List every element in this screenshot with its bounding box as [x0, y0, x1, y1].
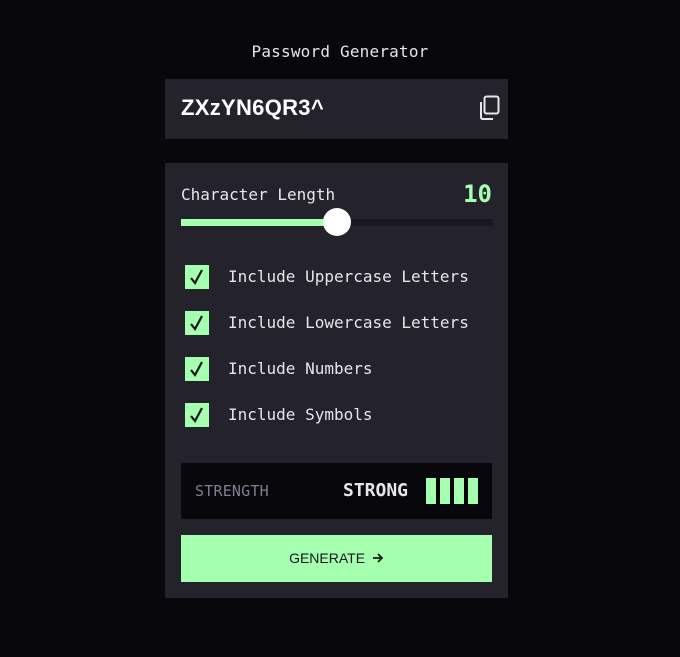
strength-value: STRONG	[343, 480, 409, 501]
character-length-label: Character Length	[181, 185, 336, 204]
lowercase-checkbox[interactable]	[185, 311, 209, 335]
strength-bar	[426, 478, 436, 504]
strength-label: STRENGTH	[195, 482, 269, 500]
generate-button[interactable]: GENERATE	[181, 535, 492, 582]
password-value: ZXzYN6QR3^	[181, 95, 324, 120]
option-numbers[interactable]: Include Numbers	[185, 357, 485, 381]
strength-bars	[426, 478, 486, 504]
symbols-checkbox[interactable]	[185, 403, 209, 427]
strength-bar	[468, 478, 478, 504]
check-icon	[190, 269, 203, 285]
arrow-right-icon	[372, 553, 384, 563]
strength-bar	[440, 478, 450, 504]
slider-thumb[interactable]	[323, 208, 351, 236]
option-lowercase[interactable]: Include Lowercase Letters	[185, 311, 485, 335]
uppercase-checkbox[interactable]	[185, 265, 209, 289]
check-icon	[190, 407, 203, 423]
numbers-label: Include Numbers	[228, 359, 373, 378]
copy-icon[interactable]	[478, 95, 502, 121]
strength-bar	[454, 478, 464, 504]
character-length-value: 10	[463, 180, 492, 208]
page-title: Password Generator	[251, 42, 429, 61]
password-display: ZXzYN6QR3^	[165, 79, 508, 139]
symbols-label: Include Symbols	[228, 405, 373, 424]
option-uppercase[interactable]: Include Uppercase Letters	[185, 265, 485, 289]
option-symbols[interactable]: Include Symbols	[185, 403, 485, 427]
generate-label: GENERATE	[289, 550, 366, 566]
slider-fill	[181, 219, 337, 226]
numbers-checkbox[interactable]	[185, 357, 209, 381]
check-icon	[190, 361, 203, 377]
lowercase-label: Include Lowercase Letters	[228, 313, 469, 332]
strength-meter: STRENGTH STRONG	[181, 463, 492, 519]
settings-panel: Character Length 10 Include Uppercase Le…	[165, 163, 508, 598]
uppercase-label: Include Uppercase Letters	[228, 267, 469, 286]
length-slider[interactable]	[181, 208, 493, 236]
check-icon	[190, 315, 203, 331]
